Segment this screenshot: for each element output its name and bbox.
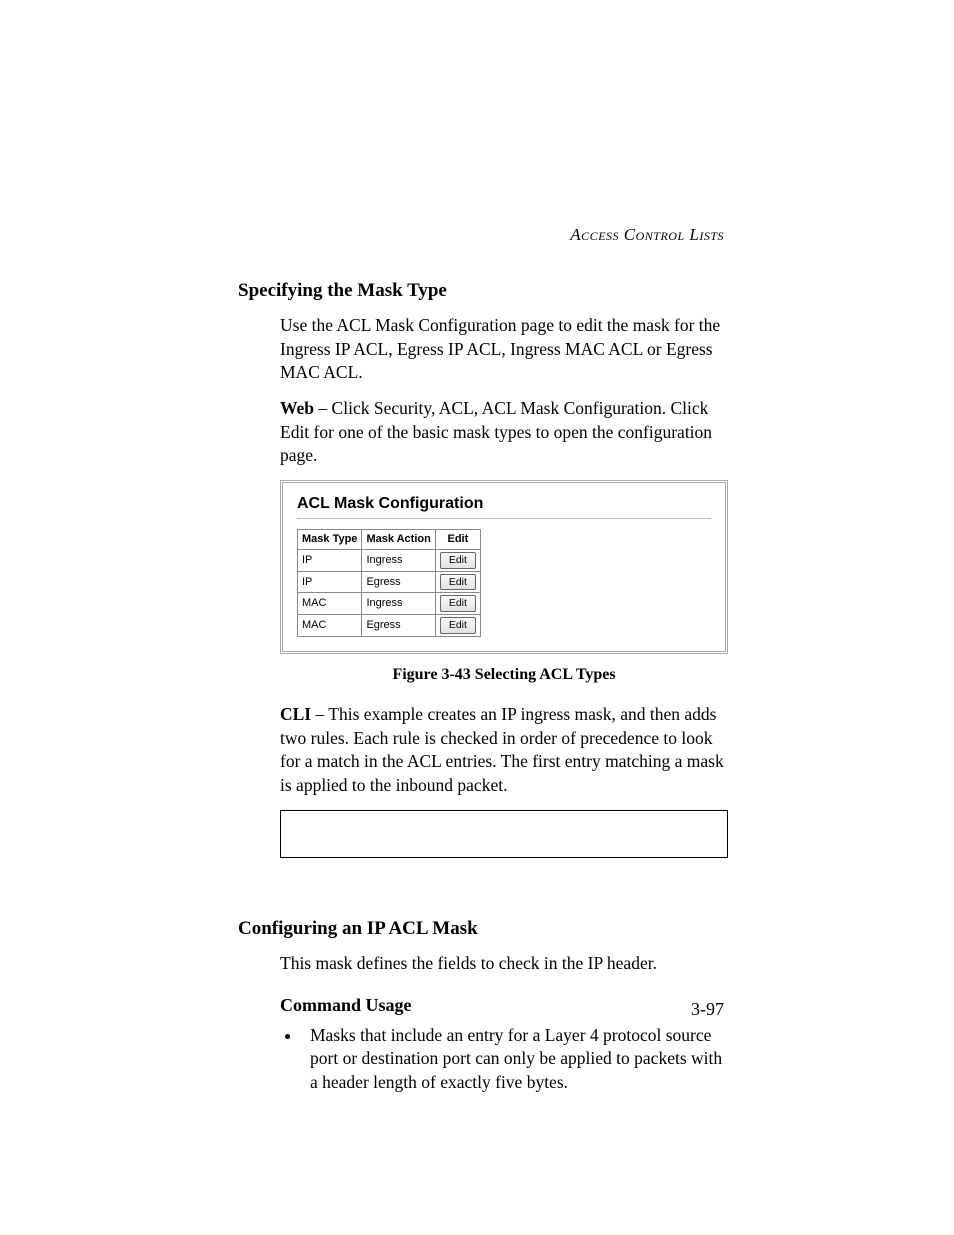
edit-button[interactable]: Edit	[440, 574, 476, 591]
list-item: Masks that include an entry for a Layer …	[302, 1024, 728, 1095]
cli-text: – This example creates an IP ingress mas…	[280, 704, 724, 795]
cell-mask-type: IP	[298, 571, 362, 593]
web-text: – Click Security, ACL, ACL Mask Configur…	[280, 398, 712, 465]
edit-button[interactable]: Edit	[440, 595, 476, 612]
cell-edit: Edit	[435, 593, 480, 615]
section-title-mask-type: Specifying the Mask Type	[238, 280, 728, 302]
page-number: 3-97	[691, 999, 724, 1020]
command-usage-list: Masks that include an entry for a Layer …	[280, 1024, 728, 1095]
document-page: Access Control Lists Specifying the Mask…	[0, 0, 954, 1235]
running-header: Access Control Lists	[570, 225, 724, 245]
cell-edit: Edit	[435, 614, 480, 636]
col-mask-type: Mask Type	[298, 530, 362, 550]
table-row: MAC Ingress Edit	[298, 593, 481, 615]
screenshot-title: ACL Mask Configuration	[297, 493, 711, 515]
intro-paragraph: Use the ACL Mask Configuration page to e…	[280, 314, 728, 385]
acl-mask-config-screenshot: ACL Mask Configuration Mask Type Mask Ac…	[280, 480, 728, 654]
mask-table: Mask Type Mask Action Edit IP Ingress Ed…	[297, 529, 481, 636]
screenshot-divider	[297, 518, 711, 519]
web-label: Web	[280, 398, 314, 418]
cell-edit: Edit	[435, 571, 480, 593]
cli-code-box	[280, 810, 728, 858]
section2-intro: This mask defines the fields to check in…	[280, 952, 728, 976]
edit-button[interactable]: Edit	[440, 617, 476, 634]
cell-mask-action: Ingress	[362, 593, 435, 615]
cell-mask-action: Egress	[362, 571, 435, 593]
cell-mask-type: MAC	[298, 593, 362, 615]
table-row: IP Ingress Edit	[298, 550, 481, 572]
table-row: MAC Egress Edit	[298, 614, 481, 636]
figure-caption: Figure 3-43 Selecting ACL Types	[280, 664, 728, 686]
web-paragraph: Web – Click Security, ACL, ACL Mask Conf…	[280, 397, 728, 468]
section1-body: Use the ACL Mask Configuration page to e…	[280, 314, 728, 858]
cell-mask-action: Ingress	[362, 550, 435, 572]
cell-mask-action: Egress	[362, 614, 435, 636]
table-row: IP Egress Edit	[298, 571, 481, 593]
col-mask-action: Mask Action	[362, 530, 435, 550]
section2-body: This mask defines the fields to check in…	[280, 952, 728, 1095]
col-edit: Edit	[435, 530, 480, 550]
edit-button[interactable]: Edit	[440, 552, 476, 569]
cell-edit: Edit	[435, 550, 480, 572]
table-header-row: Mask Type Mask Action Edit	[298, 530, 481, 550]
cli-label: CLI	[280, 704, 311, 724]
section-title-ip-acl-mask: Configuring an IP ACL Mask	[238, 918, 728, 940]
cli-paragraph: CLI – This example creates an IP ingress…	[280, 703, 728, 798]
cell-mask-type: MAC	[298, 614, 362, 636]
cell-mask-type: IP	[298, 550, 362, 572]
command-usage-title: Command Usage	[280, 993, 728, 1017]
